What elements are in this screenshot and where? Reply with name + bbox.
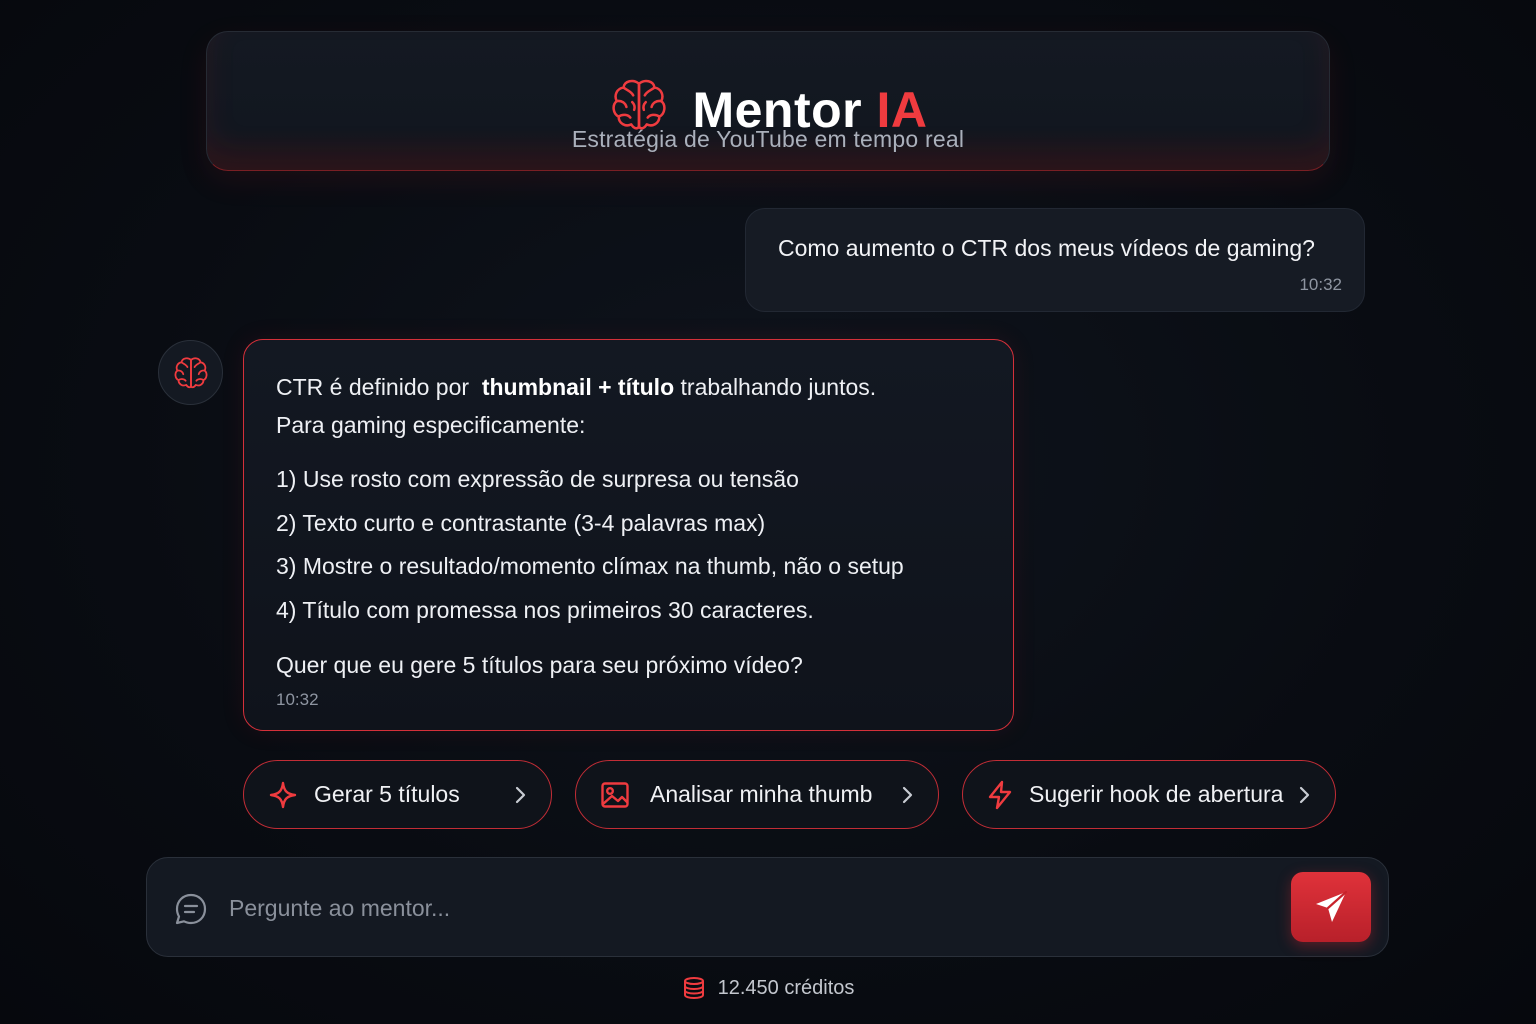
list-item: 1) Use rosto com expressão de surpresa o… bbox=[276, 466, 799, 492]
bot-message-bubble: CTR é definido por thumbnail + título tr… bbox=[243, 339, 1014, 731]
list-item: 3) Mostre o resultado/momento clímax na … bbox=[276, 553, 904, 579]
database-icon bbox=[683, 977, 704, 1000]
bot-intro-suffix: trabalhando juntos. bbox=[680, 374, 877, 400]
bot-message-time: 10:32 bbox=[276, 690, 319, 709]
chevron-right-icon bbox=[902, 786, 913, 804]
suggestion-label: Analisar minha thumb bbox=[650, 781, 873, 807]
chat-input-bar bbox=[146, 857, 1389, 957]
brain-icon bbox=[174, 356, 207, 388]
user-message-time: 10:32 bbox=[1299, 275, 1342, 294]
bot-tips-list: 1) Use rosto com expressão de surpresa o… bbox=[276, 458, 981, 632]
send-button[interactable] bbox=[1291, 872, 1371, 942]
bot-avatar bbox=[158, 340, 223, 405]
suggestion-analyze-thumb-button[interactable]: Analisar minha thumb bbox=[575, 760, 939, 829]
list-item: 2) Texto curto e contrastante (3-4 palav… bbox=[276, 509, 766, 536]
suggestion-label: Gerar 5 títulos bbox=[314, 781, 460, 807]
suggestion-generate-titles-button[interactable]: Gerar 5 títulos bbox=[243, 760, 552, 829]
credits-display: 12.450 créditos bbox=[0, 976, 1536, 1000]
suggestion-label: Sugerir hook de abertura bbox=[1029, 781, 1284, 807]
bot-intro-line: CTR é definido por thumbnail + título tr… bbox=[276, 368, 981, 406]
user-message-text: Como aumento o CTR dos meus vídeos de ga… bbox=[778, 235, 1315, 261]
user-message-bubble: Como aumento o CTR dos meus vídeos de ga… bbox=[745, 208, 1365, 312]
chevron-right-icon bbox=[1299, 786, 1310, 804]
credits-text: 12.450 créditos bbox=[717, 976, 855, 999]
image-icon bbox=[601, 781, 629, 808]
list-item: 4) Título com promessa nos primeiros 30 … bbox=[276, 596, 814, 623]
suggestion-opening-hook-button[interactable]: Sugerir hook de abertura bbox=[962, 760, 1336, 829]
bot-intro-line2: Para gaming especificamente: bbox=[276, 412, 586, 438]
lightning-icon bbox=[988, 780, 1012, 809]
bot-intro-prefix: CTR é definido por bbox=[276, 374, 470, 400]
bot-question: Quer que eu gere 5 títulos para seu próx… bbox=[276, 652, 803, 678]
chevron-right-icon bbox=[515, 786, 526, 804]
sparkle-icon bbox=[269, 781, 297, 808]
app-header: Mentor IA Estratégia de YouTube em tempo… bbox=[206, 31, 1330, 171]
send-icon bbox=[1316, 890, 1348, 922]
chat-input[interactable] bbox=[229, 886, 1279, 930]
bot-intro-bold: thumbnail + título bbox=[481, 374, 675, 400]
app-subtitle: Estratégia de YouTube em tempo real bbox=[571, 126, 965, 152]
chat-bubble-icon bbox=[175, 893, 207, 925]
